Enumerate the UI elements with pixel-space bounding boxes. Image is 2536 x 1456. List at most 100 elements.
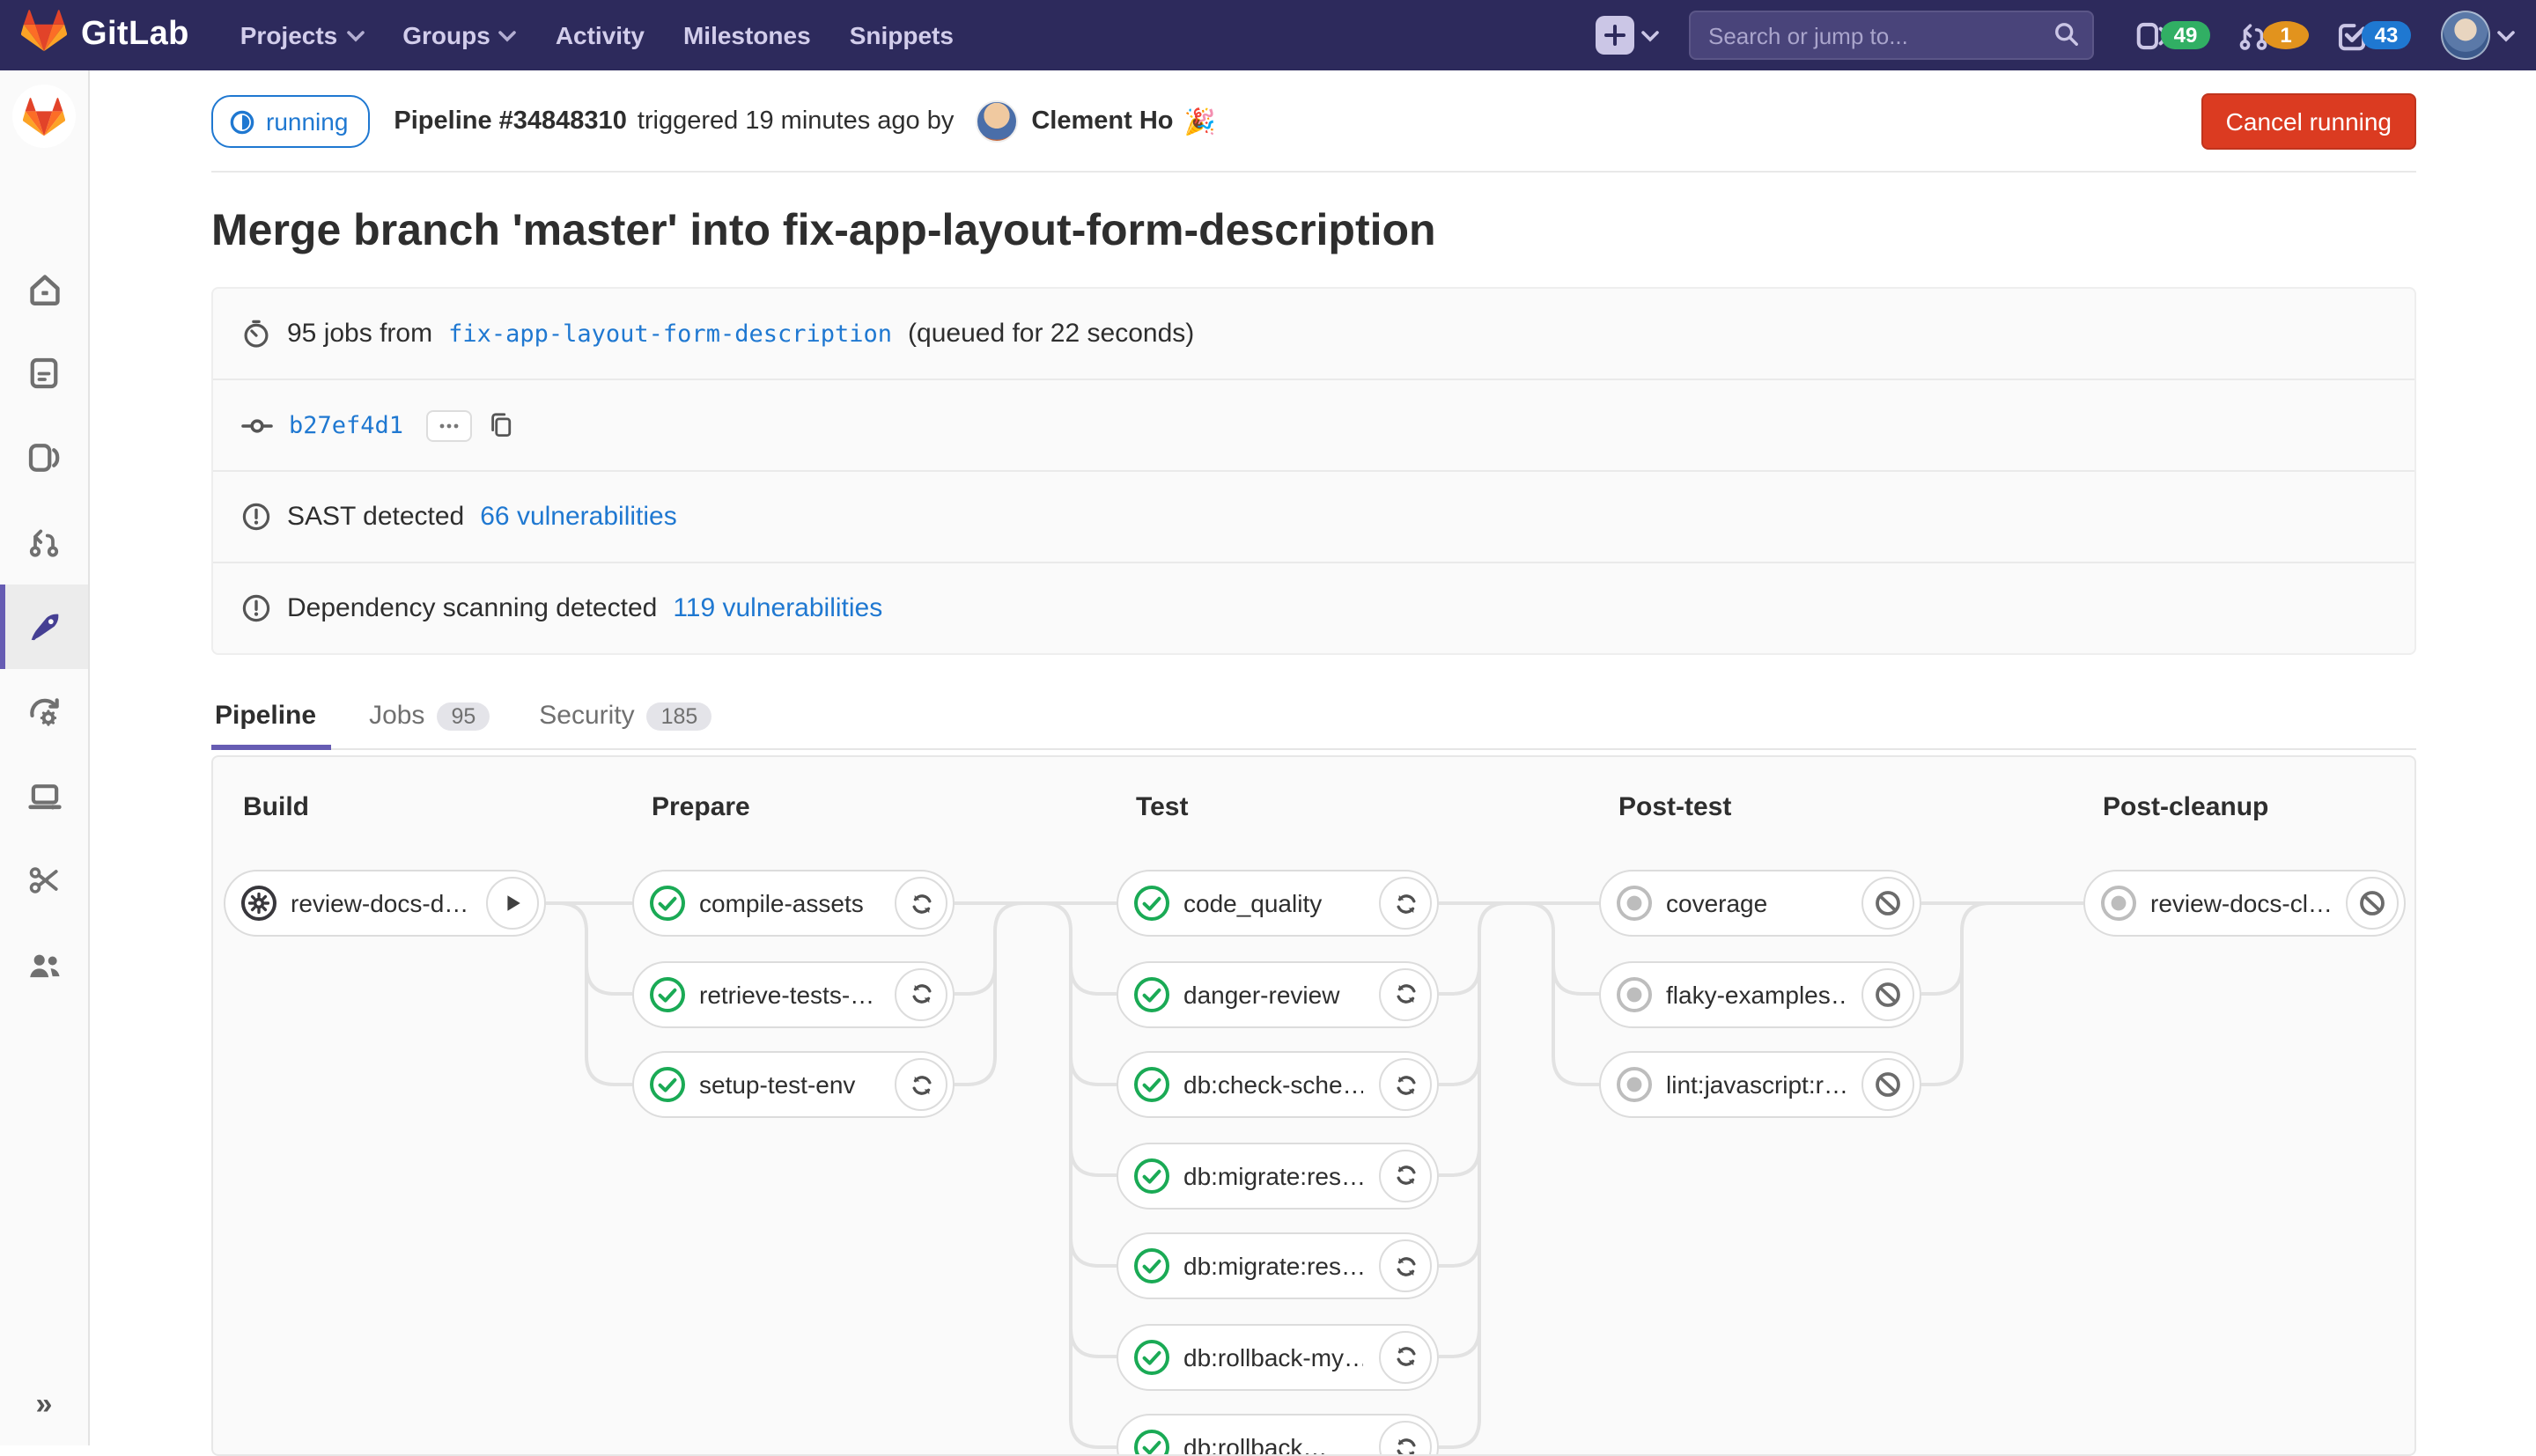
sidebar-item-monitoring[interactable] [0,754,88,838]
nav-item-groups[interactable]: Groups [383,0,536,70]
todos-counter[interactable]: 43 [2335,18,2411,52]
home-icon [26,270,63,307]
project-avatar[interactable] [12,85,76,148]
copy-commit-button[interactable] [488,412,514,438]
tab-security[interactable]: Security185 [514,683,736,748]
retry-job-button[interactable] [1379,1239,1432,1292]
author-avatar[interactable] [975,100,1017,143]
sidebar-item-merge-requests[interactable] [0,500,88,585]
file-icon [26,356,62,391]
nav-item-snippets[interactable]: Snippets [830,0,973,70]
merge-requests-counter[interactable]: 1 [2237,18,2309,52]
sidebar-collapse-button[interactable]: » [0,1379,88,1431]
retry-icon [1392,1071,1419,1098]
job-pill[interactable]: db:rollback-my… [1117,1323,1439,1390]
issues-counter[interactable]: 49 [2134,18,2210,52]
alert-circle-icon [241,502,271,532]
expand-commit-button[interactable] [426,409,472,441]
status-success-icon [648,1065,687,1104]
job-label: db:rollback-my… [1183,1342,1363,1371]
user-avatar [2441,11,2490,60]
tanuki-logo-icon [21,9,67,62]
dependency-vulnerabilities-link[interactable]: 119 vulnerabilities [673,593,882,623]
sidebar-item-ci-cd[interactable] [0,585,88,669]
job-pill[interactable]: db:migrate:res… [1117,1142,1439,1209]
chevron-down-icon [2497,29,2515,41]
job-pill[interactable]: compile-assets [632,870,955,937]
pipeline-tabs: PipelineJobs95Security185 [211,683,2416,750]
cancel-running-button[interactable]: Cancel running [2201,93,2416,150]
retry-job-button[interactable] [1379,877,1432,930]
job-label: review-docs-cl… [2150,889,2330,917]
issues-icon [26,440,62,475]
job-pill[interactable]: flaky-examples… [1599,960,1921,1027]
rocket-icon [26,608,63,645]
job-pill[interactable]: db:check-sche… [1117,1051,1439,1118]
job-label: db:check-sche… [1183,1070,1363,1099]
navbar-right: 49 1 43 [1596,11,2515,60]
branch-link[interactable]: fix-app-layout-form-description [448,320,892,348]
retry-job-button[interactable] [895,967,947,1020]
retry-job-button[interactable] [1379,1330,1432,1383]
job-pill[interactable]: review-docs-d… [224,870,546,937]
issues-count-badge: 49 [2161,21,2210,49]
status-success-icon [648,884,687,923]
cancel-job-button[interactable] [1861,1058,1914,1111]
retry-job-button[interactable] [1379,1149,1432,1202]
job-pill[interactable]: setup-test-env [632,1051,955,1118]
cancel-icon [1874,889,1902,917]
gitlab-home-link[interactable]: GitLab [21,9,189,62]
search-input[interactable] [1691,22,2092,48]
chevron-down-icon [346,29,364,41]
dependency-info-row: Dependency scanning detected 119 vulnera… [213,562,2414,653]
job-label: coverage [1666,889,1767,917]
sidebar-item-operations[interactable] [0,669,88,754]
job-pill[interactable]: lint:javascript:r… [1599,1051,1921,1118]
chevron-down-icon [499,29,517,41]
retry-job-button[interactable] [1379,1421,1432,1456]
job-label: review-docs-d… [291,889,468,917]
retry-job-button[interactable] [895,1058,947,1111]
cancel-job-button[interactable] [2346,877,2399,930]
nav-item-milestones[interactable]: Milestones [664,0,830,70]
tab-pipeline[interactable]: Pipeline [211,683,344,748]
tab-jobs[interactable]: Jobs95 [344,683,514,748]
job-pill[interactable]: retrieve-tests-… [632,960,955,1027]
job-pill[interactable]: db:migrate:res… [1117,1232,1439,1299]
queued-text: (queued for 22 seconds) [908,319,1194,349]
pipeline-status-badge[interactable]: running [211,95,369,148]
pipeline-graph: Buildreview-docs-d…Preparecompile-assets… [211,755,2416,1456]
sidebar-item-repository[interactable] [0,331,88,415]
retry-icon [908,1071,934,1098]
job-label: code_quality [1183,889,1322,917]
cancel-job-button[interactable] [1861,877,1914,930]
nav-item-projects[interactable]: Projects [221,0,384,70]
cancel-icon [2358,889,2386,917]
job-pill[interactable]: coverage [1599,870,1921,937]
job-pill[interactable]: review-docs-cl… [2083,870,2406,937]
status-success-icon [1132,1428,1171,1456]
job-pill[interactable]: code_quality [1117,870,1439,937]
job-pill[interactable]: danger-review [1117,960,1439,1027]
sidebar-item-issues[interactable] [0,415,88,500]
user-menu[interactable] [2441,11,2515,60]
sast-vulnerabilities-link[interactable]: 66 vulnerabilities [480,502,676,532]
retry-job-button[interactable] [895,877,947,930]
search-box [1689,11,2094,60]
cancel-job-button[interactable] [1861,967,1914,1020]
retry-job-button[interactable] [1379,967,1432,1020]
author-name[interactable]: Clement Ho [1031,107,1173,136]
job-label: lint:javascript:r… [1666,1070,1846,1099]
commit-sha-link[interactable]: b27ef4d1 [289,411,403,439]
sidebar-item-members[interactable] [0,923,88,1007]
sidebar-item-overview[interactable] [0,246,88,331]
new-menu-button[interactable] [1596,16,1659,55]
job-pill[interactable]: db:rollback… [1117,1414,1439,1456]
retry-job-button[interactable] [1379,1058,1432,1111]
status-success-icon [1132,974,1171,1013]
retry-icon [1392,1253,1419,1279]
sidebar-item-snippets[interactable] [0,838,88,923]
chevron-down-icon [1641,29,1659,41]
play-job-button[interactable] [486,877,539,930]
nav-item-activity[interactable]: Activity [536,0,664,70]
